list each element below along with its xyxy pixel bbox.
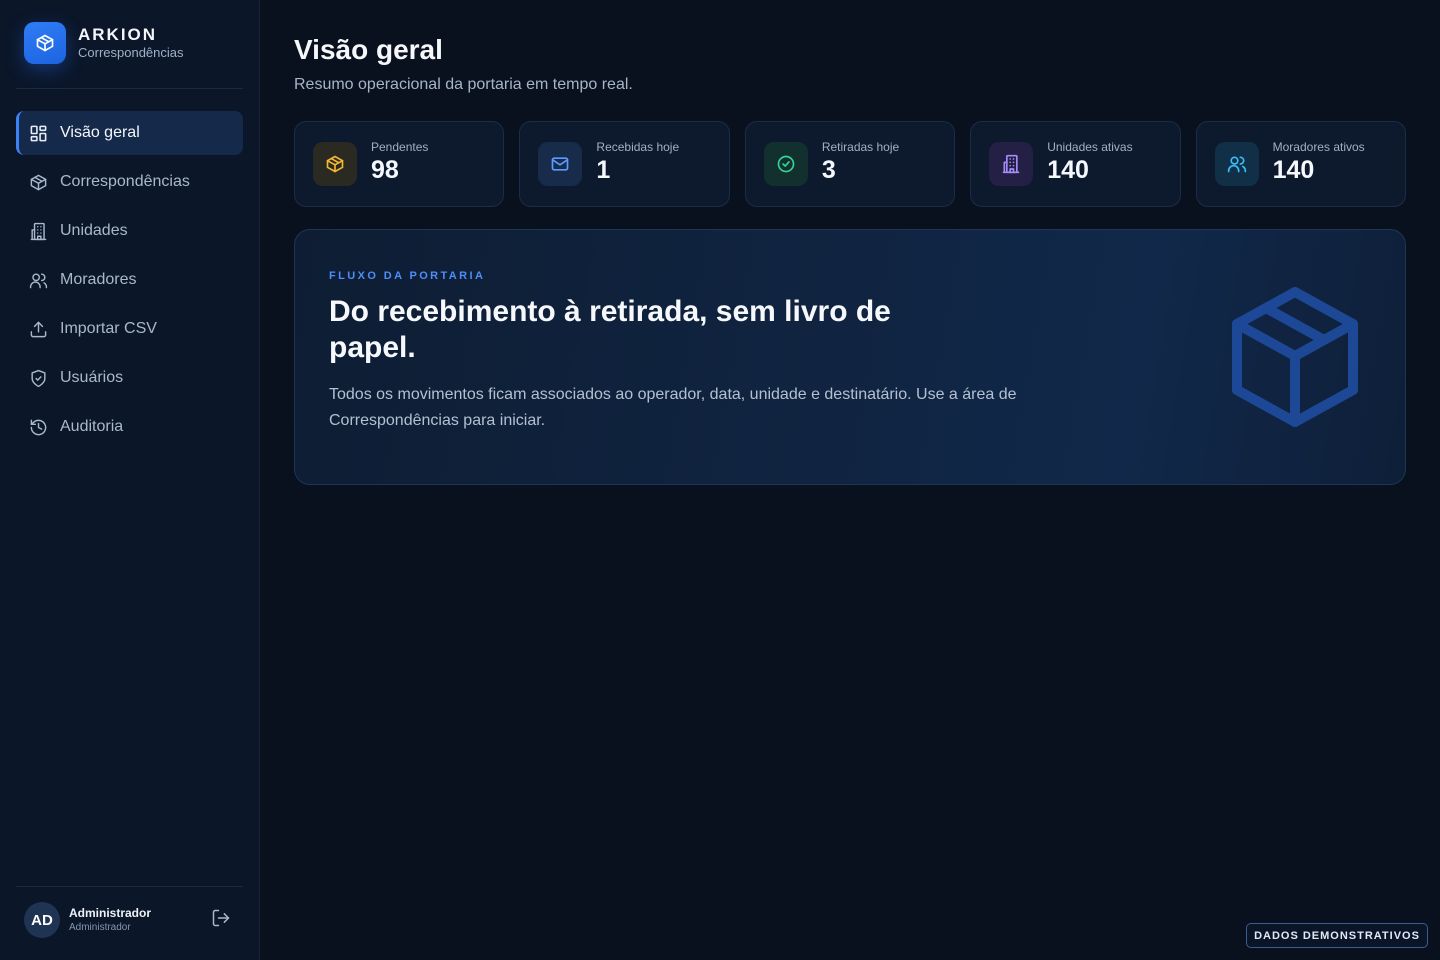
hero-text: Todos os movimentos ficam associados ao … (329, 386, 1017, 429)
shield-check-icon (28, 368, 48, 388)
stat-value: 140 (1272, 156, 1315, 184)
check-circle-icon (763, 142, 808, 186)
stat-card-moradores-ativos[interactable]: Moradores ativos 140 (1195, 121, 1407, 207)
mail-icon (538, 142, 583, 186)
sidebar-divider (16, 886, 243, 887)
brand-subtitle: Correspondências (78, 45, 184, 60)
stats-row: Pendentes 98 Recebidas hoje 1 Retiradas … (294, 121, 1407, 207)
stat-label: Moradores ativos (1272, 140, 1365, 154)
demo-data-badge: DADOS DEMONSTRATIVOS (1246, 923, 1428, 948)
stat-value: 1 (596, 156, 611, 184)
sidebar: ARKION Correspondências Visão geral Corr… (0, 0, 260, 960)
stat-label: Unidades ativas (1047, 140, 1133, 154)
building-icon (28, 221, 48, 241)
building-icon (989, 142, 1034, 186)
package-icon (1225, 282, 1365, 432)
stat-label: Retiradas hoje (821, 140, 900, 154)
package-icon (28, 172, 48, 192)
sidebar-item-auditoria[interactable]: Auditoria (16, 405, 243, 449)
package-icon (24, 22, 66, 64)
sidebar-item-visao-geral[interactable]: Visão geral (16, 111, 243, 155)
sidebar-item-label: Correspondências (60, 173, 190, 190)
sidebar-item-moradores[interactable]: Moradores (16, 258, 243, 302)
sidebar-item-label: Auditoria (60, 418, 124, 435)
stat-value: 140 (1047, 156, 1089, 184)
brand-name: ARKION (78, 25, 158, 44)
hero-eyebrow: FLUXO DA PORTARIA (329, 270, 486, 282)
logout-button[interactable] (209, 908, 233, 932)
upload-icon (28, 319, 48, 339)
sidebar-item-unidades[interactable]: Unidades (16, 209, 243, 253)
brand[interactable]: ARKION Correspondências (24, 22, 244, 64)
hero-title: Do recebimento à retirada, sem livro de … (329, 295, 891, 364)
page-subtitle: Resumo operacional da portaria em tempo … (294, 76, 633, 93)
sidebar-item-label: Moradores (60, 271, 137, 288)
sidebar-item-correspondencias[interactable]: Correspondências (16, 160, 243, 204)
avatar[interactable]: AD (24, 902, 60, 938)
stat-card-unidades-ativas[interactable]: Unidades ativas 140 (970, 121, 1181, 207)
user-role: Administrador (69, 921, 131, 933)
hero-banner: FLUXO DA PORTARIA Do recebimento à retir… (294, 229, 1406, 485)
stat-value: 3 (821, 156, 836, 184)
page-title: Visão geral (294, 34, 443, 65)
stat-card-retiradas-hoje[interactable]: Retiradas hoje 3 (744, 121, 956, 207)
sidebar-item-label: Importar CSV (60, 320, 157, 337)
logout-icon (211, 908, 231, 933)
sidebar-item-label: Usuários (60, 369, 124, 386)
stat-label: Recebidas hoje (596, 140, 680, 154)
users-icon (1214, 142, 1259, 186)
user-name: Administrador (69, 905, 152, 920)
package-icon (313, 142, 357, 186)
sidebar-item-importar-csv[interactable]: Importar CSV (16, 307, 243, 351)
sidebar-item-usuarios[interactable]: Usuários (16, 356, 243, 400)
sidebar-divider (16, 88, 243, 89)
sidebar-item-label: Visão geral (60, 124, 140, 141)
layout-grid-icon (28, 123, 48, 143)
sidebar-nav: Visão geral Correspondências Unidades Mo… (16, 111, 243, 454)
users-icon (28, 270, 48, 290)
stat-card-pendentes[interactable]: Pendentes 98 (294, 121, 505, 207)
user-profile: AD Administrador Administrador (24, 900, 243, 940)
stat-value: 98 (371, 156, 399, 184)
stat-card-recebidas-hoje[interactable]: Recebidas hoje 1 (519, 121, 730, 207)
history-icon (28, 417, 48, 437)
sidebar-item-label: Unidades (60, 222, 128, 239)
stat-label: Pendentes (371, 140, 429, 154)
